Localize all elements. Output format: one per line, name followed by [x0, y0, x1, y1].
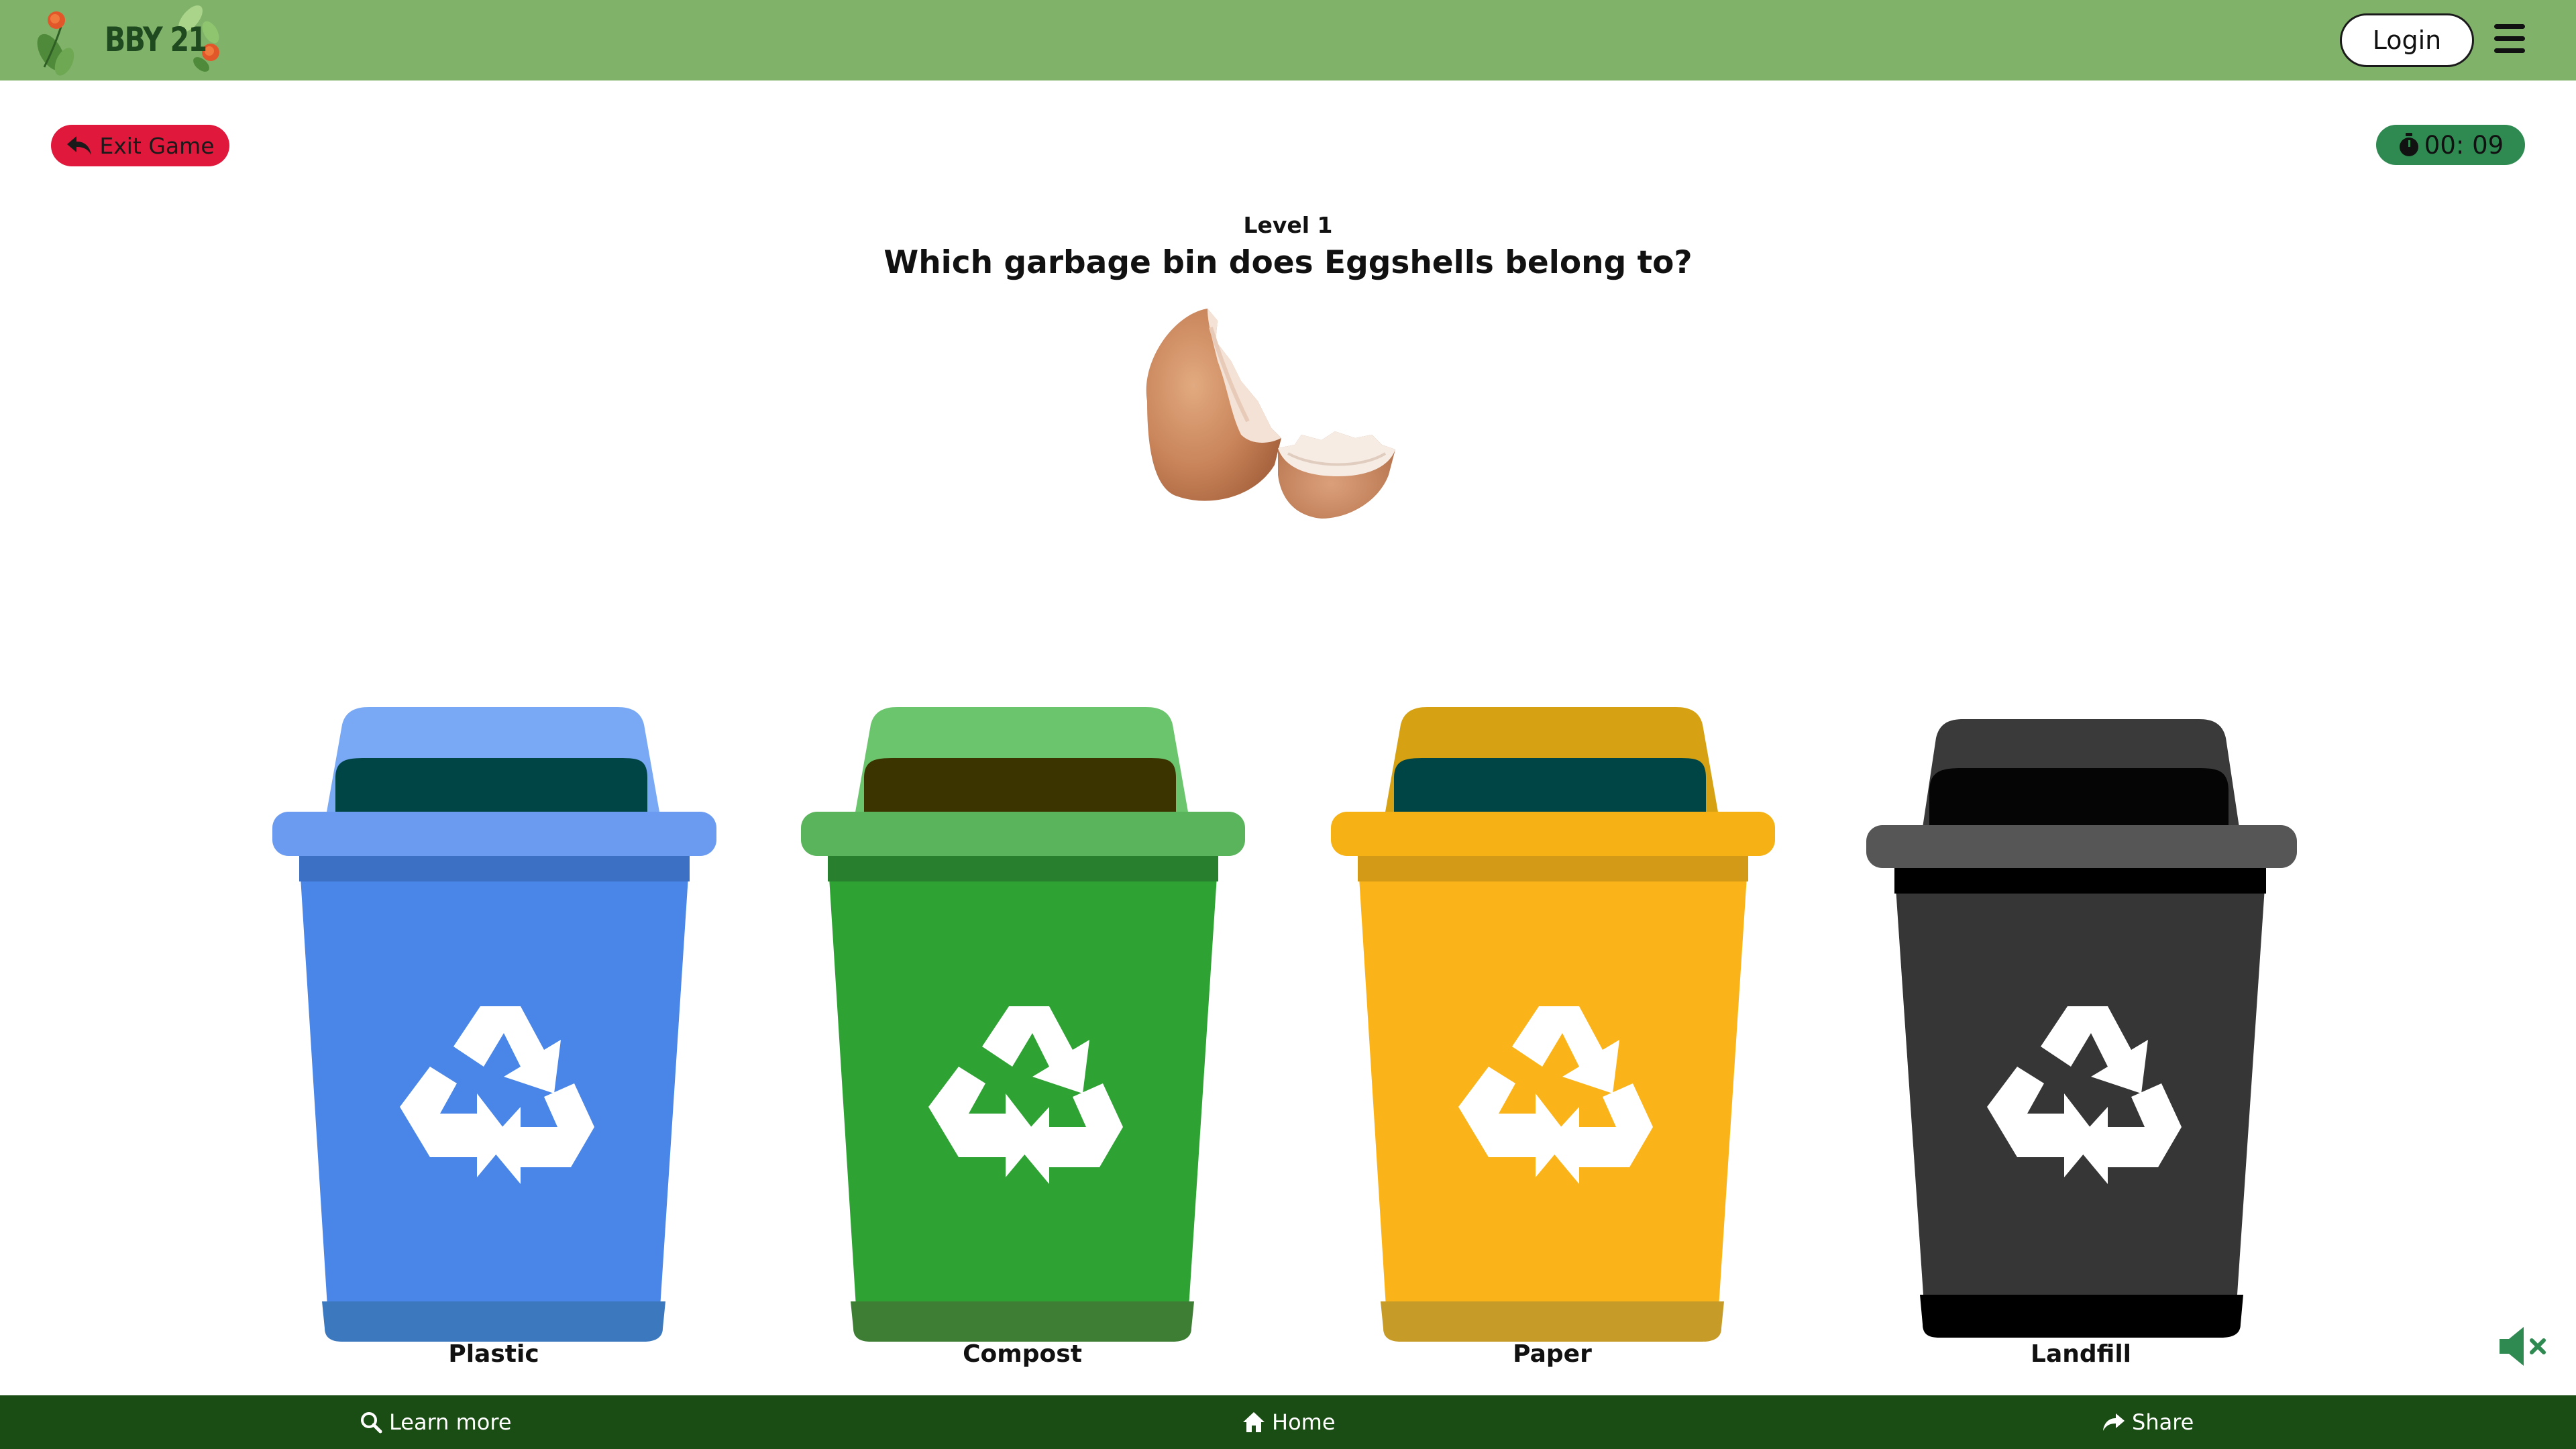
plastic-bin-label: Plastic	[448, 1340, 539, 1368]
home-link[interactable]: Home	[1242, 1395, 1336, 1449]
learn-more-label: Learn more	[389, 1409, 512, 1435]
logo-text: BBY 21	[105, 20, 207, 59]
game-timer: 00: 09	[2376, 125, 2525, 165]
site-logo[interactable]: BBY 21	[24, 0, 239, 79]
landfill-bin-icon	[1866, 719, 2297, 1338]
paper-bin-icon	[1331, 707, 1775, 1342]
level-label: Level 1	[1243, 212, 1333, 238]
landfill-bin[interactable]	[1856, 704, 2306, 1348]
share-link[interactable]: Share	[2102, 1395, 2194, 1449]
plastic-bin-icon	[272, 707, 716, 1342]
top-navbar: BBY 21 Login	[0, 0, 2576, 80]
menu-line	[2494, 24, 2525, 29]
hamburger-menu-icon[interactable]	[2494, 24, 2525, 54]
share-arrow-icon	[2103, 1413, 2125, 1431]
home-icon	[1243, 1412, 1265, 1432]
timer-value: 00: 09	[2424, 130, 2504, 160]
eggshells-image	[1100, 301, 1476, 569]
exit-game-button[interactable]: Exit Game	[51, 125, 229, 166]
share-label: Share	[2132, 1409, 2194, 1435]
compost-bin[interactable]	[797, 704, 1248, 1348]
home-label: Home	[1272, 1409, 1336, 1435]
paper-bin[interactable]	[1327, 704, 1778, 1348]
landfill-bin-label: Landfill	[2031, 1340, 2131, 1368]
learn-more-link[interactable]: Learn more	[360, 1395, 512, 1449]
compost-bin-icon	[801, 707, 1245, 1342]
eggshells-illustration	[1146, 309, 1395, 519]
menu-line	[2494, 48, 2525, 53]
stopwatch-icon	[2399, 133, 2418, 156]
login-button[interactable]: Login	[2340, 13, 2474, 67]
speaker-muted-icon[interactable]	[2497, 1324, 2549, 1368]
bottom-navbar: Learn more Home Share	[0, 1395, 2576, 1449]
paper-bin-label: Paper	[1513, 1340, 1592, 1368]
reply-arrow-icon	[67, 136, 92, 155]
menu-line	[2494, 36, 2525, 41]
compost-bin-label: Compost	[963, 1340, 1082, 1368]
plastic-bin[interactable]	[268, 704, 719, 1348]
question-text: Which garbage bin does Eggshells belong …	[883, 244, 1693, 281]
exit-game-label: Exit Game	[99, 132, 215, 159]
search-icon	[361, 1412, 382, 1434]
